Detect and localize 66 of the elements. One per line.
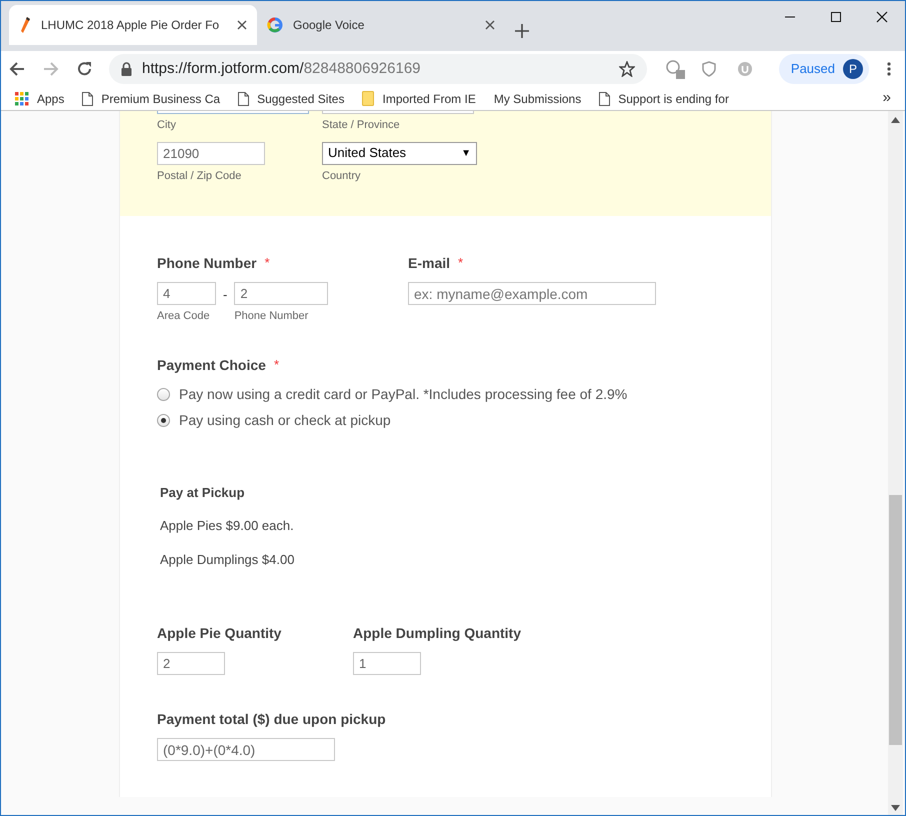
- field-label: Apple Dumpling Quantity: [353, 624, 521, 643]
- required-asterisk: *: [274, 356, 279, 374]
- scrollbar-thumb[interactable]: [889, 495, 902, 745]
- scroll-down-icon[interactable]: [891, 805, 900, 811]
- field-label: Area Code: [157, 309, 211, 324]
- dash: -: [223, 286, 228, 304]
- field-label: State / Province: [322, 118, 401, 133]
- info-text: Apple Dumplings $4.00: [160, 550, 296, 569]
- field-label: Payment Choice: [157, 356, 266, 375]
- radio-button[interactable]: [157, 388, 170, 400]
- field-label: Phone Number: [157, 254, 257, 273]
- page-icon: [82, 92, 94, 106]
- required-asterisk: *: [264, 254, 270, 272]
- reload-icon[interactable]: [77, 61, 93, 77]
- page-icon: [238, 92, 250, 106]
- close-icon[interactable]: [876, 11, 888, 23]
- url-text: https://form.jotform.com/82848806926169: [142, 58, 422, 79]
- overflow-chevron[interactable]: »: [882, 87, 891, 110]
- field-label: E-mail: [408, 254, 450, 273]
- required-asterisk: *: [458, 254, 464, 272]
- new-tab-icon[interactable]: [515, 24, 529, 38]
- phone-field[interactable]: 2: [234, 282, 328, 305]
- shield-icon[interactable]: [700, 61, 717, 77]
- option-label: Pay now using a credit card or PayPal. *Includes processing fee of 2.9%: [179, 384, 628, 404]
- google-icon: [267, 17, 283, 33]
- field-label: City: [157, 118, 177, 133]
- star-icon[interactable]: [618, 61, 635, 77]
- avatar-icon: P: [843, 59, 863, 79]
- page-icon: [599, 92, 610, 106]
- radio-button[interactable]: [157, 414, 170, 426]
- lock-icon: [121, 62, 132, 76]
- area-code-field[interactable]: 4: [157, 282, 216, 305]
- field-label: Country: [322, 168, 362, 184]
- quantity-field[interactable]: 1: [353, 652, 421, 675]
- close-icon[interactable]: [237, 20, 247, 30]
- country-dropdown[interactable]: United States ▼: [322, 142, 477, 164]
- browser-tab[interactable]: Google Voice: [257, 5, 505, 45]
- maximize-icon[interactable]: [830, 11, 842, 23]
- back-icon[interactable]: [9, 61, 25, 77]
- extension-icon[interactable]: [664, 59, 685, 79]
- pencil-icon: [19, 17, 31, 33]
- caret-icon: ▼: [461, 146, 471, 160]
- field-label: Payment total ($) due upon pickup: [157, 710, 387, 729]
- field-label: Apple Pie Quantity: [157, 624, 282, 643]
- bookmark[interactable]: Suggested Sites: [238, 90, 344, 108]
- menu-icon[interactable]: [887, 61, 891, 77]
- field-label: Phone Number: [234, 309, 310, 324]
- total-field[interactable]: (0*9.0)+(0*4.0): [157, 738, 335, 761]
- option-label: Pay using cash or check at pickup: [179, 410, 391, 430]
- section-heading: Pay at Pickup: [160, 484, 246, 502]
- profile-button[interactable]: Paused P: [778, 54, 869, 84]
- apps-grid-icon: [15, 92, 29, 106]
- quantity-field[interactable]: 2: [157, 652, 225, 675]
- info-text: Apple Pies $9.00 each.: [160, 517, 295, 535]
- bookmark[interactable]: Imported From IE: [362, 90, 476, 108]
- scroll-up-icon[interactable]: [891, 117, 900, 123]
- email-field[interactable]: ex: myname@example.com: [408, 282, 656, 305]
- address-bar[interactable]: https://form.jotform.com/82848806926169: [109, 54, 647, 84]
- bookmark[interactable]: Apps: [15, 90, 64, 108]
- bookmark[interactable]: Support is ending for: [599, 90, 729, 108]
- browser-tab[interactable]: LHUMC 2018 Apple Pie Order Fo: [9, 5, 257, 45]
- bookmark[interactable]: My Submissions: [494, 90, 582, 108]
- zip-field[interactable]: 21090: [157, 142, 265, 164]
- bookmark[interactable]: Premium Business Ca: [82, 90, 220, 108]
- folder-icon: [362, 91, 374, 106]
- field-label: Postal / Zip Code: [157, 168, 242, 184]
